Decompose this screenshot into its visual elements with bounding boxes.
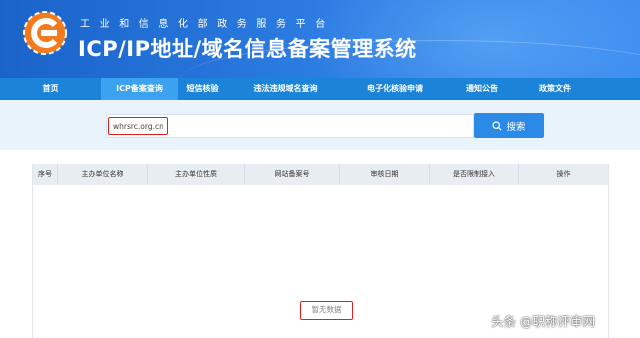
col-actions: 操作 [556, 170, 571, 178]
search-button-label: 搜索 [506, 121, 526, 133]
search-input[interactable] [108, 117, 168, 135]
search-button[interactable]: 搜索 [474, 113, 544, 138]
miit-logo-icon [23, 11, 67, 55]
nav-item-policies[interactable]: 政策文件 [518, 78, 592, 100]
table-header: 序号 主办单位名称 主办单位性质 网站备案号 审核日期 是否限制接入 操作 [33, 164, 608, 185]
site-title: ICP/IP地址/域名信息备案管理系统 [78, 37, 417, 61]
col-record-number: 网站备案号 [245, 164, 340, 185]
watermark: 头条 @职称评审网 [491, 314, 595, 329]
main-nav: 首页 ICP备案查询 短信核验 违法违规域名查询 电子化核验申请 通知公告 政策… [0, 78, 640, 100]
col-org-name: 主办单位名称 [58, 164, 148, 185]
col-org-type: 主办单位性质 [148, 164, 245, 185]
nav-item-sms-verify[interactable]: 短信核验 [178, 78, 227, 100]
col-access-restricted: 是否限制接入 [430, 164, 519, 185]
nav-item-notices[interactable]: 通知公告 [446, 78, 518, 100]
col-review-date: 审核日期 [340, 164, 430, 185]
col-index: 序号 [33, 164, 58, 185]
search-icon [492, 120, 503, 131]
nav-item-illegal-domain[interactable]: 违法违规域名查询 [227, 78, 344, 100]
nav-item-e-verify[interactable]: 电子化核验申请 [344, 78, 446, 100]
site-subtitle: 工业和信息化部政务服务平台 [80, 19, 335, 30]
header-banner: 工业和信息化部政务服务平台 ICP/IP地址/域名信息备案管理系统 [0, 0, 640, 78]
nav-item-icp-query[interactable]: ICP备案查询 [101, 78, 178, 100]
nav-item-home[interactable]: 首页 [0, 78, 101, 100]
empty-state: 暂无数据 [300, 301, 353, 320]
